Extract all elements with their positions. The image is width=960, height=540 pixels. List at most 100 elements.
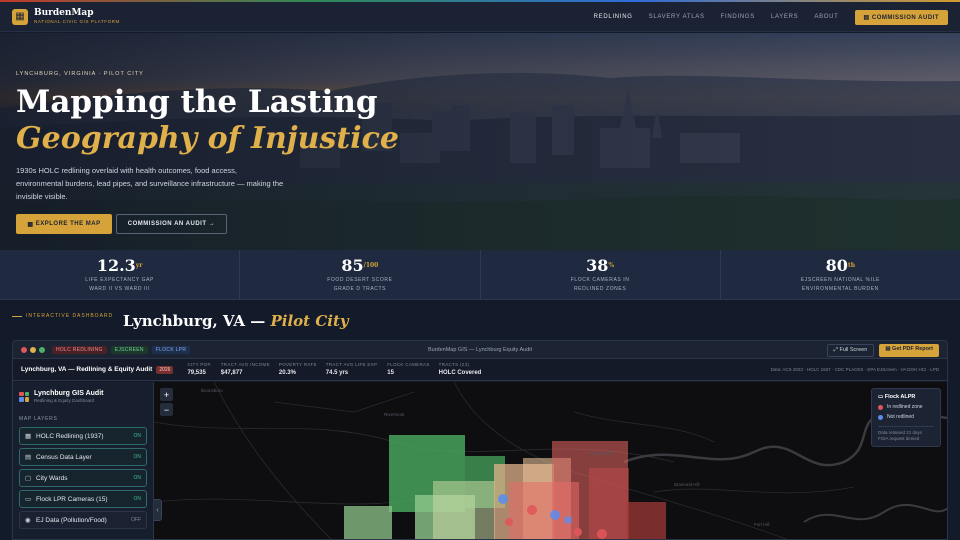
section-title: Lynchburg, VA — Pilot City [123,312,349,330]
pdf-report-button[interactable]: ▤ Get PDF Report [879,344,939,357]
metric-tracts: TRACTS (23) HOLC Covered [439,363,482,376]
brand-tagline: NATIONAL CIVIC GIS PLATFORM [34,18,120,24]
layer-name: City Wards [36,474,68,482]
stat-unit: yr [135,262,143,269]
sidebar-app-title: Lynchburg GIS Audit [34,390,104,397]
layer-toggle-ej[interactable]: ◉ EJ Data (Pollution/Food) OFF [19,511,147,529]
layer-name: Census Data Layer [36,453,92,461]
hero-title-line1: Mapping the Lasting [16,84,378,120]
camera-marker[interactable] [505,518,513,526]
stat-label: FLOCK CAMERAS IN [570,277,630,283]
camera-marker[interactable] [564,516,572,524]
layers-sidebar: Lynchburg GIS Audit Redlining & Equity D… [13,382,154,539]
camera-marker[interactable] [527,505,537,515]
stat-unit: % [608,262,615,269]
stat-sublabel: GRADE D TRACTS [333,286,387,292]
metric-value: 79,535 [187,369,206,376]
red-dot-icon [878,404,883,410]
nav-link-slavery-atlas[interactable]: SLAVERY ATLAS [649,14,705,20]
metric-value: 74.5 yrs [325,369,349,376]
layer-toggle-holc[interactable]: ▦ HOLC Redlining (1937) ON [19,427,147,445]
metric-city-pop: CITY POP. 79,535 [187,363,211,376]
wards-layer-icon: ▢ [25,475,32,482]
commission-audit-hero-button[interactable]: COMMISSION AN AUDIT → [116,214,227,234]
holc-zone-b[interactable] [344,506,392,540]
place-label: Daniels Hill [590,451,613,456]
ej-layer-icon: ◉ [25,517,31,524]
audit-infobar: Lynchburg, VA — Redlining & Equity Audit… [13,359,947,381]
maximize-dot[interactable] [39,346,45,353]
nav-link-findings[interactable]: FINDINGS [721,14,755,20]
legend-note-line2: FOIA request denied [878,436,920,441]
camera-marker[interactable] [574,528,582,536]
metric-value: $47,877 [220,369,243,376]
kicker-rule [12,315,22,317]
hero-lede: 1930s HOLC redlining overlaid with healt… [16,166,284,201]
layer-toggle-wards[interactable]: ▢ City Wards ON [19,469,147,487]
fullscreen-button[interactable]: ⤢ Full Screen [826,344,875,357]
place-label: Fort Hill [754,522,770,527]
zoom-in-button[interactable]: + [160,388,173,401]
holc-zone-d[interactable] [626,502,666,540]
holc-zone-d[interactable] [589,468,629,540]
layer-toggle-flock[interactable]: ▭ Flock LPR Cameras (15) ON [19,490,147,508]
zoom-out-button[interactable]: − [160,403,173,416]
place-label: Rivermont [384,412,405,417]
metric-poverty: POVERTY RATE 20.3% [279,363,317,376]
camera-marker[interactable] [498,494,508,504]
metric-value: HOLC Covered [438,369,482,376]
top-navigation: ▦ BurdenMap NATIONAL CIVIC GIS PLATFORM … [0,2,960,32]
sidebar-app-subtitle: Redlining & Equity Dashboard [34,398,95,403]
nav-link-layers[interactable]: LAYERS [771,14,798,20]
metric-label: POVERTY RATE [278,362,317,368]
stat-flock-cameras: 38% FLOCK CAMERAS IN REDLINED ZONES [481,250,721,299]
app-grid-icon [19,391,29,402]
minimize-dot[interactable] [30,346,36,353]
brand-name: BurdenMap [34,7,94,18]
camera-marker[interactable] [550,510,560,520]
layer-toggle-census[interactable]: ▤ Census Data Layer ON [19,448,147,466]
legend-item-redlined: In redlined zone [878,404,934,410]
nav-link-about[interactable]: ABOUT [814,14,838,20]
place-label: Boonsboro [201,388,223,393]
layer-name: HOLC Redlining (1937) [36,432,104,440]
stat-value: 38 [586,256,609,275]
tag-holc-redlining[interactable]: HOLC REDLINING [52,345,107,354]
explore-map-button[interactable]: ▦ EXPLORE THE MAP [16,214,112,234]
metric-label: FLOCK CAMERAS [387,362,430,368]
map-icon: ▦ [27,221,36,228]
dashboard-window: HOLC REDLINING EJSCREEN FLOCK LPR Burden… [12,340,948,540]
pdf-report-label: Get PDF Report [892,346,933,352]
camera-icon: ▭ [878,394,885,400]
legend-label: Not redlined [887,414,914,420]
stat-value: 12.3 [96,256,136,275]
holc-zone-d[interactable] [509,482,579,540]
tag-ejscreen[interactable]: EJSCREEN [110,345,148,354]
stats-strip: 12.3yr LIFE EXPECTANCY GAP WARD II VS WA… [0,250,960,300]
hero-eyebrow: LYNCHBURG, VIRGINIA · PILOT CITY [16,71,144,77]
tag-flock-lpr[interactable]: FLOCK LPR [151,345,191,354]
explore-map-label: EXPLORE THE MAP [35,221,101,227]
map-basemap [154,382,947,540]
legend-note: Data retained 21 days FOIA request denied [878,426,934,442]
fullscreen-label: Full Screen [839,347,868,353]
stat-label: LIFE EXPECTANCY GAP [85,277,154,283]
logo-icon[interactable]: ▦ [12,8,28,25]
holc-zone-b[interactable] [433,481,495,540]
commission-audit-button[interactable]: ▤ COMMISSION AUDIT [854,9,948,25]
collapse-sidebar-button[interactable]: ‹ [154,499,162,521]
layer-state: ON [133,454,142,460]
nav-link-redlining[interactable]: REDLINING [594,14,633,20]
holc-layer-icon: ▦ [25,433,32,440]
stat-unit: th [847,262,856,269]
legend-label: In redlined zone [887,404,923,410]
metric-life-exp: TRACT AVG LIFE EXP. 74.5 yrs [326,363,378,376]
stat-label: EJSCREEN NATIONAL %ILE [800,277,880,283]
audit-title: Lynchburg, VA — Redlining & Equity Audit [21,366,153,373]
stat-label: FOOD DESERT SCORE [327,277,393,283]
camera-marker[interactable] [597,529,607,539]
map-canvas[interactable]: Boonsboro Rivermont Daniels Hill Diamond… [154,382,947,540]
layer-state: ON [133,475,142,481]
close-dot[interactable] [21,346,27,353]
section-title-emphasis: Pilot City [270,312,349,330]
